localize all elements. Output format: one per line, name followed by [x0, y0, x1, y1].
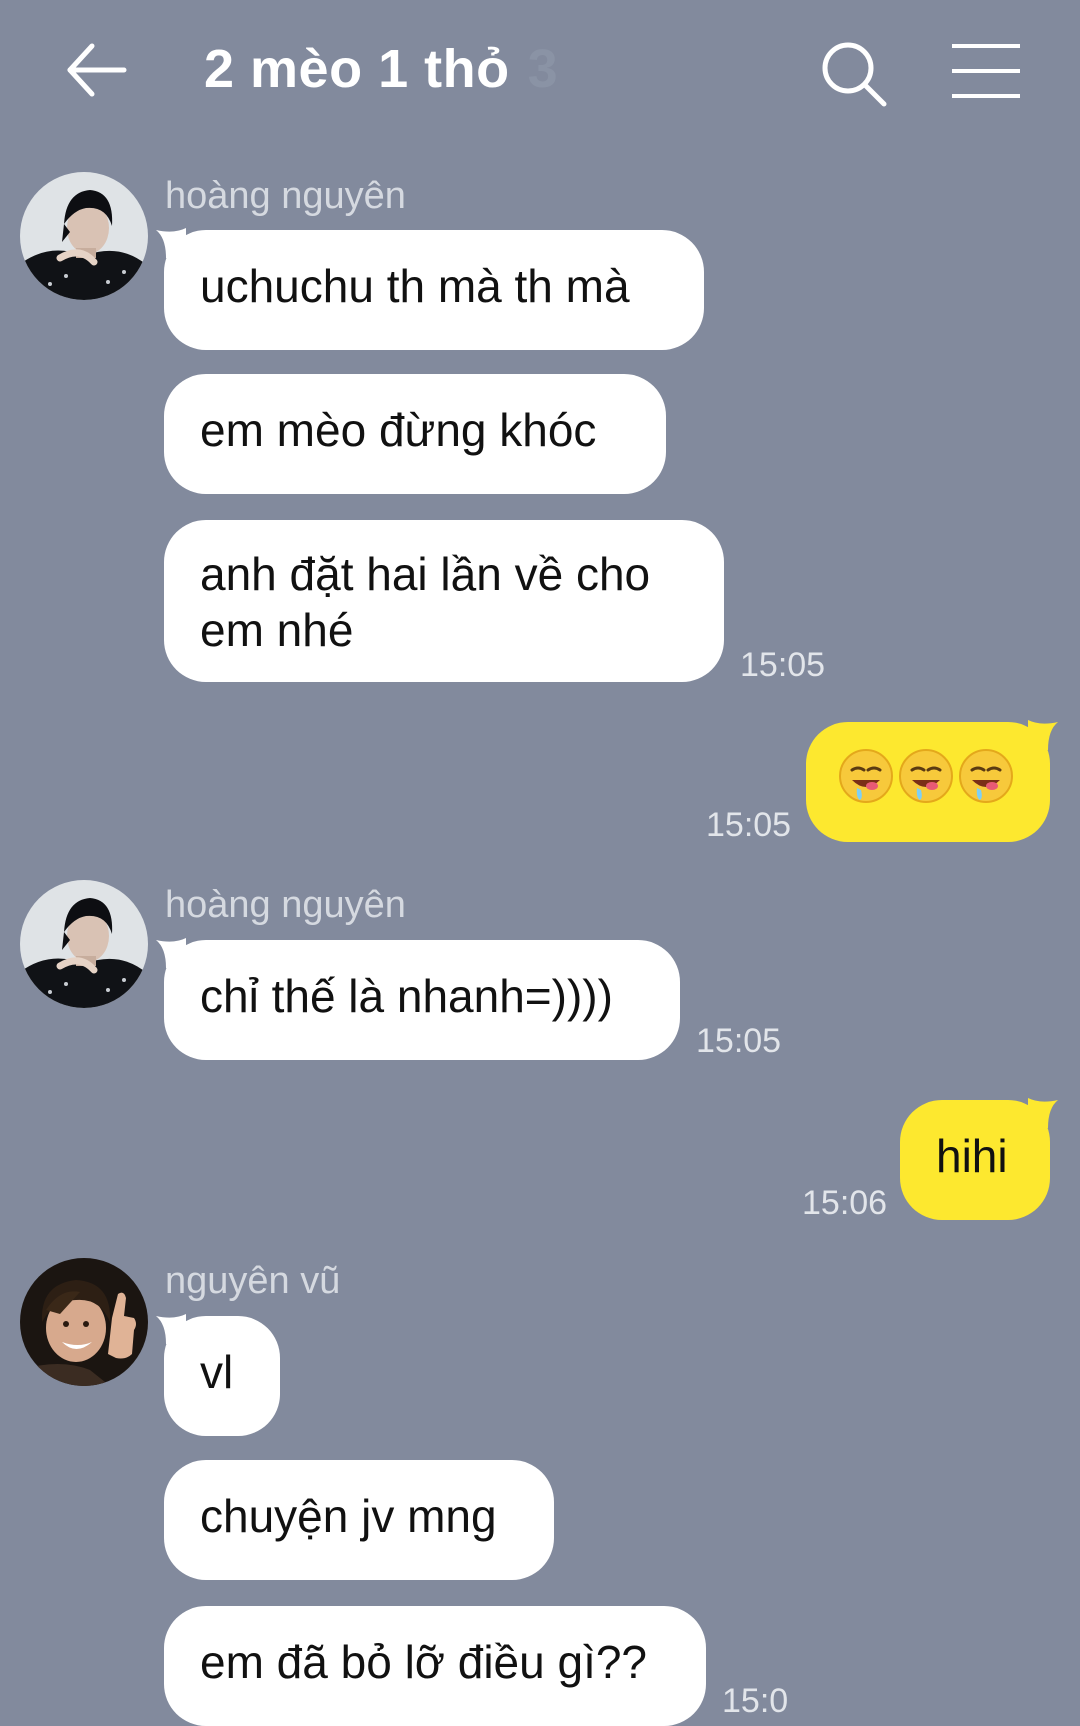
message-bubble[interactable]: em mèo đừng khóc — [164, 374, 666, 494]
chat-header: 2 mèo 1 thỏ 3 — [0, 0, 1080, 150]
chat-title: 2 mèo 1 thỏ — [204, 39, 510, 99]
sender-name: nguyên vũ — [165, 1260, 341, 1302]
message-timestamp: 15:05 — [696, 1022, 782, 1060]
bubble-tail — [1028, 720, 1058, 750]
arrow-left-icon — [67, 43, 127, 97]
drooling-face-icon — [959, 749, 1013, 803]
message-bubble[interactable]: vl — [164, 1316, 280, 1436]
bubble-tail — [1028, 1098, 1058, 1128]
avatar-photo-icon — [20, 172, 148, 300]
avatar-hoang-nguyen[interactable] — [20, 172, 148, 300]
message-bubble[interactable]: uchuchu th mà th mà — [164, 230, 704, 350]
search-icon — [822, 42, 887, 107]
avatar-photo-icon — [20, 880, 148, 1008]
search-button[interactable] — [816, 36, 892, 112]
member-count: 3 — [527, 39, 559, 99]
drooling-face-icon — [839, 749, 893, 803]
sender-name: hoàng nguyên — [165, 175, 406, 217]
menu-button[interactable] — [948, 38, 1024, 104]
message-bubble[interactable]: chuyện jv mng — [164, 1460, 554, 1580]
avatar-hoang-nguyen[interactable] — [20, 880, 148, 1008]
sender-name: hoàng nguyên — [165, 884, 406, 926]
back-button[interactable] — [62, 36, 134, 108]
hamburger-menu-icon — [952, 44, 1020, 98]
message-timestamp: 15:05 — [706, 806, 792, 844]
message-timestamp: 15:06 — [802, 1184, 888, 1222]
message-bubble[interactable]: chỉ thế là nhanh=)))) — [164, 940, 680, 1060]
avatar-photo-icon — [20, 1258, 148, 1386]
message-bubble[interactable]: em đã bỏ lỡ điều gì?? — [164, 1606, 706, 1726]
message-bubble[interactable]: anh đặt hai lần về cho em nhé — [164, 520, 724, 682]
message-timestamp: 15:0 — [722, 1682, 789, 1720]
chat-title-area[interactable]: 2 mèo 1 thỏ 3 — [204, 38, 558, 100]
avatar-nguyen-vu[interactable] — [20, 1258, 148, 1386]
drooling-face-icon — [899, 749, 953, 803]
message-timestamp: 15:05 — [740, 646, 826, 684]
emoji-row — [838, 748, 1018, 804]
my-message-bubble[interactable] — [806, 722, 1050, 842]
